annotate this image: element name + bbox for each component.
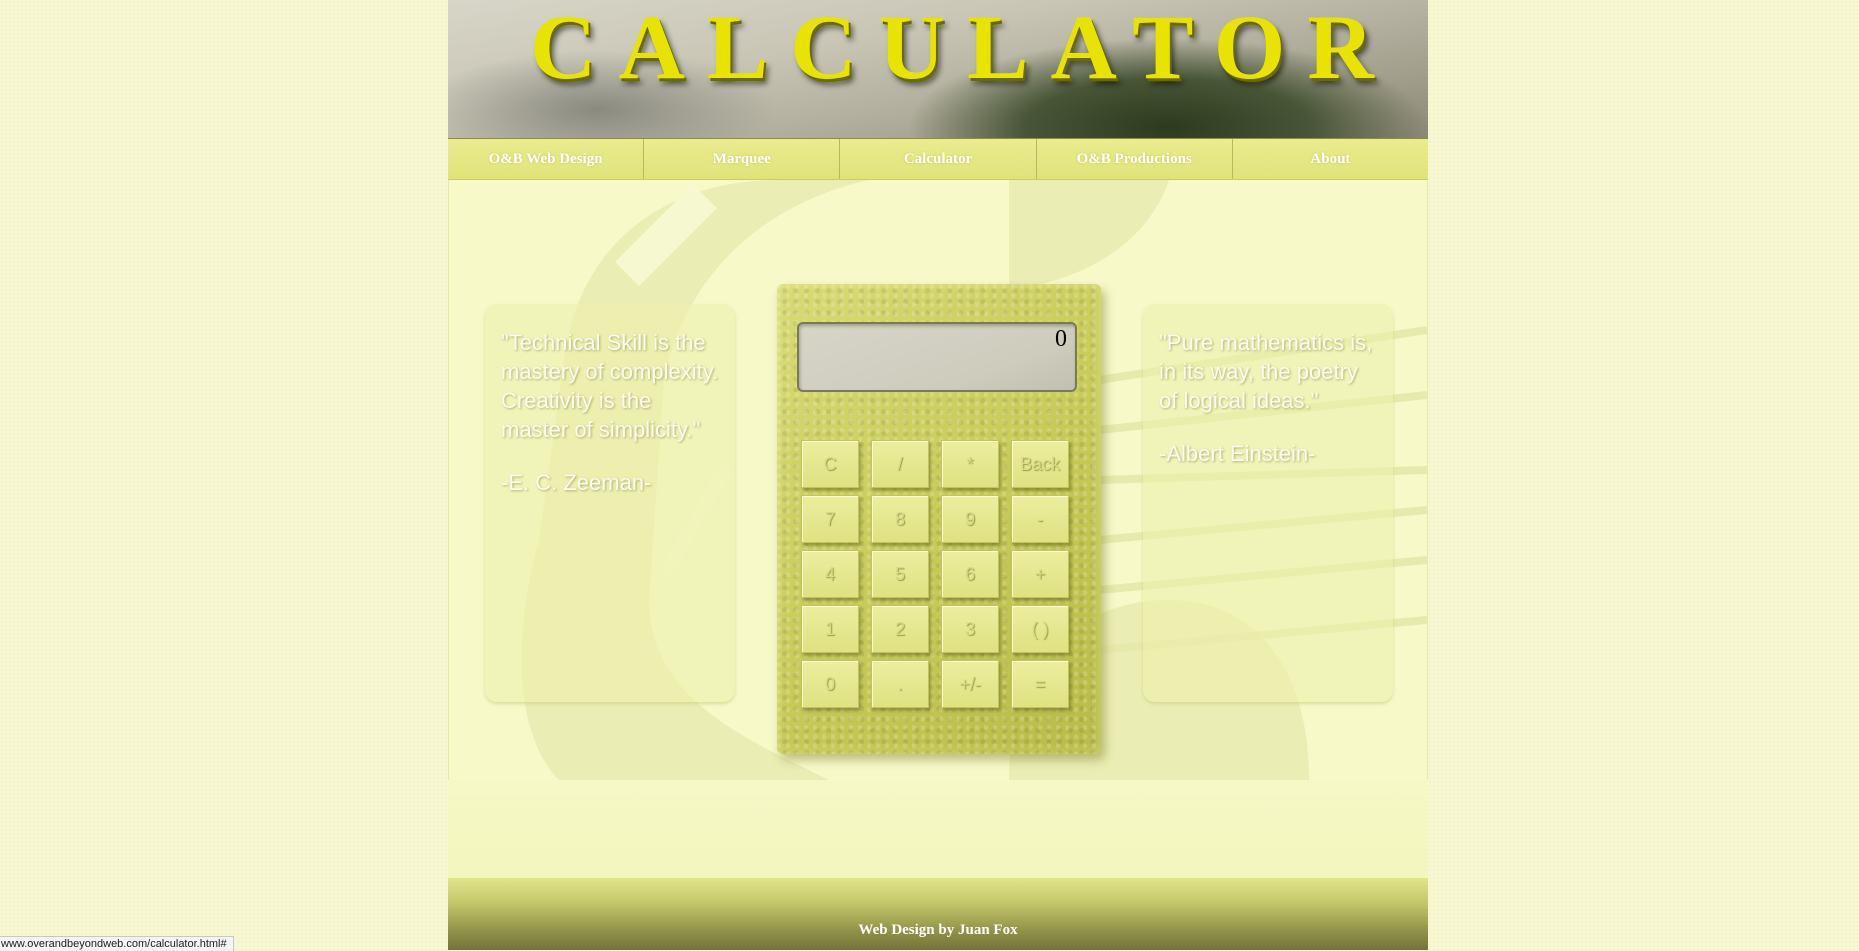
quote-text-right: "Pure mathematics is, in its way, the po… <box>1159 330 1373 413</box>
key-8[interactable]: 8 <box>871 495 929 543</box>
content-area: "Technical Skill is the mastery of compl… <box>448 180 1428 780</box>
key-1[interactable]: 1 <box>801 605 859 653</box>
key-7[interactable]: 7 <box>801 495 859 543</box>
nav-item-marquee[interactable]: Marquee <box>644 139 841 179</box>
key-clear[interactable]: C <box>801 440 859 488</box>
key-parentheses[interactable]: ( ) <box>1011 605 1069 653</box>
header-banner: CALCULATOR <box>448 0 1428 140</box>
key-multiply[interactable]: * <box>941 440 999 488</box>
browser-status-bar: www.overandbeyondweb.com/calculator.html… <box>0 936 234 951</box>
quote-author-right: -Albert Einstein- <box>1159 441 1316 466</box>
footer-credit: Web Design by Juan Fox <box>858 922 1018 938</box>
key-divide[interactable]: / <box>871 440 929 488</box>
nav-item-web-design[interactable]: O&B Web Design <box>448 139 645 179</box>
banner-title: CALCULATOR <box>530 0 1396 98</box>
calculator-display: 0 <box>797 322 1077 392</box>
calculator: 0 C / * Back 7 8 9 - 4 5 6 + 1 2 3 ( ) 0… <box>777 284 1101 754</box>
lower-band <box>448 780 1428 878</box>
key-3[interactable]: 3 <box>941 605 999 653</box>
page: CALCULATOR O&B Web Design Marquee Calcul… <box>448 0 1428 950</box>
quote-author-left: -E. C. Zeeman- <box>501 470 652 495</box>
key-6[interactable]: 6 <box>941 550 999 598</box>
key-9[interactable]: 9 <box>941 495 999 543</box>
quote-box-right: "Pure mathematics is, in its way, the po… <box>1143 304 1393 702</box>
key-equals[interactable]: = <box>1011 660 1069 708</box>
key-5[interactable]: 5 <box>871 550 929 598</box>
nav-item-calculator[interactable]: Calculator <box>840 139 1037 179</box>
key-plus[interactable]: + <box>1011 550 1069 598</box>
key-minus[interactable]: - <box>1011 495 1069 543</box>
nav-item-about[interactable]: About <box>1233 139 1428 179</box>
quote-text-left: "Technical Skill is the mastery of compl… <box>501 330 719 442</box>
footer: Web Design by Juan Fox <box>448 878 1428 950</box>
nav-item-productions[interactable]: O&B Productions <box>1037 139 1233 179</box>
key-0[interactable]: 0 <box>801 660 859 708</box>
key-decimal[interactable]: . <box>871 660 929 708</box>
key-4[interactable]: 4 <box>801 550 859 598</box>
calculator-keypad: C / * Back 7 8 9 - 4 5 6 + 1 2 3 ( ) 0 .… <box>801 440 1069 708</box>
display-value: 0 <box>1055 326 1067 352</box>
key-2[interactable]: 2 <box>871 605 929 653</box>
key-plus-minus[interactable]: +/- <box>941 660 999 708</box>
main-nav: O&B Web Design Marquee Calculator O&B Pr… <box>448 139 1428 180</box>
key-back[interactable]: Back <box>1011 440 1069 488</box>
quote-box-left: "Technical Skill is the mastery of compl… <box>485 304 735 702</box>
